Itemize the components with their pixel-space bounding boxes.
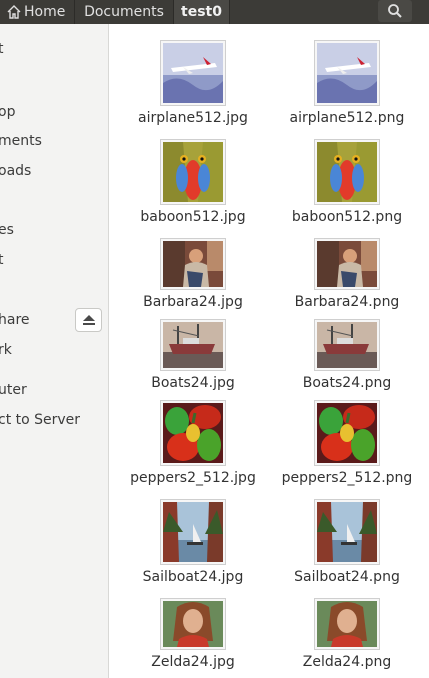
breadcrumb-current[interactable]: test0 [174, 0, 230, 24]
sidebar-item-5[interactable]: t [0, 250, 4, 270]
thumbnail-barbara [160, 238, 226, 290]
thumbnail-peppers [314, 400, 380, 466]
thumbnail-sailboat [314, 499, 380, 565]
file-item[interactable]: Barbara24.png [272, 238, 422, 310]
file-name: airplane512.png [289, 110, 405, 126]
file-item[interactable]: peppers2_512.png [272, 400, 422, 486]
thumbnail-airplane [314, 40, 380, 106]
home-icon [7, 5, 21, 19]
thumbnail-barbara [314, 238, 380, 290]
sidebar-item-desktop[interactable]: op [0, 102, 15, 122]
thumbnail-zelda [160, 598, 226, 650]
file-name: airplane512.jpg [138, 110, 248, 126]
file-item[interactable]: airplane512.png [272, 40, 422, 126]
file-item[interactable]: baboon512.png [272, 139, 422, 225]
file-name: Barbara24.jpg [143, 294, 243, 310]
file-item[interactable]: Boats24.png [272, 319, 422, 391]
file-name: peppers2_512.jpg [130, 470, 256, 486]
file-name: baboon512.jpg [140, 209, 246, 225]
file-item[interactable]: Zelda24.png [272, 598, 422, 670]
file-item[interactable]: airplane512.jpg [118, 40, 268, 126]
file-item[interactable]: peppers2_512.jpg [118, 400, 268, 486]
file-item[interactable]: Zelda24.jpg [118, 598, 268, 670]
sidebar-item-network[interactable]: rk [0, 340, 12, 360]
file-name: Sailboat24.png [294, 569, 400, 585]
thumbnail-zelda [314, 598, 380, 650]
file-name: Zelda24.jpg [151, 654, 235, 670]
file-item[interactable]: Boats24.jpg [118, 319, 268, 391]
file-name: Barbara24.png [294, 294, 400, 310]
sidebar-item-share[interactable]: hare [0, 310, 30, 330]
file-name: baboon512.png [291, 209, 403, 225]
breadcrumb-documents[interactable]: Documents [74, 0, 174, 24]
sidebar-item-computer[interactable]: uter [0, 380, 27, 400]
thumbnail-boats [314, 319, 380, 371]
file-name: peppers2_512.png [281, 470, 413, 486]
sidebar-item-0[interactable]: t [0, 39, 4, 59]
thumbnail-peppers [160, 400, 226, 466]
search-icon [388, 4, 402, 18]
file-item[interactable]: baboon512.jpg [118, 139, 268, 225]
file-name: Zelda24.png [302, 654, 392, 670]
path-bar: Home Documents test0 [0, 0, 429, 24]
file-name: Sailboat24.jpg [142, 569, 244, 585]
search-button[interactable] [378, 0, 412, 22]
sidebar-item-downloads[interactable]: oads [0, 161, 31, 181]
sidebar: t op ments oads es t hare rk uter ct to … [0, 24, 109, 678]
breadcrumb-home[interactable]: Home [0, 0, 74, 24]
sidebar-item-connect-to-server[interactable]: ct to Server [0, 410, 80, 430]
eject-button[interactable] [75, 308, 102, 332]
file-item[interactable]: Barbara24.jpg [118, 238, 268, 310]
file-item[interactable]: Sailboat24.jpg [118, 499, 268, 585]
thumbnail-baboon [314, 139, 380, 205]
file-name: Boats24.jpg [151, 375, 235, 391]
breadcrumb-home-label: Home [24, 4, 66, 20]
thumbnail-airplane [160, 40, 226, 106]
file-item[interactable]: Sailboat24.png [272, 499, 422, 585]
sidebar-item-pictures[interactable]: es [0, 220, 14, 240]
thumbnail-boats [160, 319, 226, 371]
file-name: Boats24.png [302, 375, 392, 391]
sidebar-item-documents[interactable]: ments [0, 131, 42, 151]
file-grid: airplane512.jpg airplane512.png baboon51… [109, 24, 429, 678]
thumbnail-sailboat [160, 499, 226, 565]
thumbnail-baboon [160, 139, 226, 205]
eject-icon [82, 315, 95, 325]
